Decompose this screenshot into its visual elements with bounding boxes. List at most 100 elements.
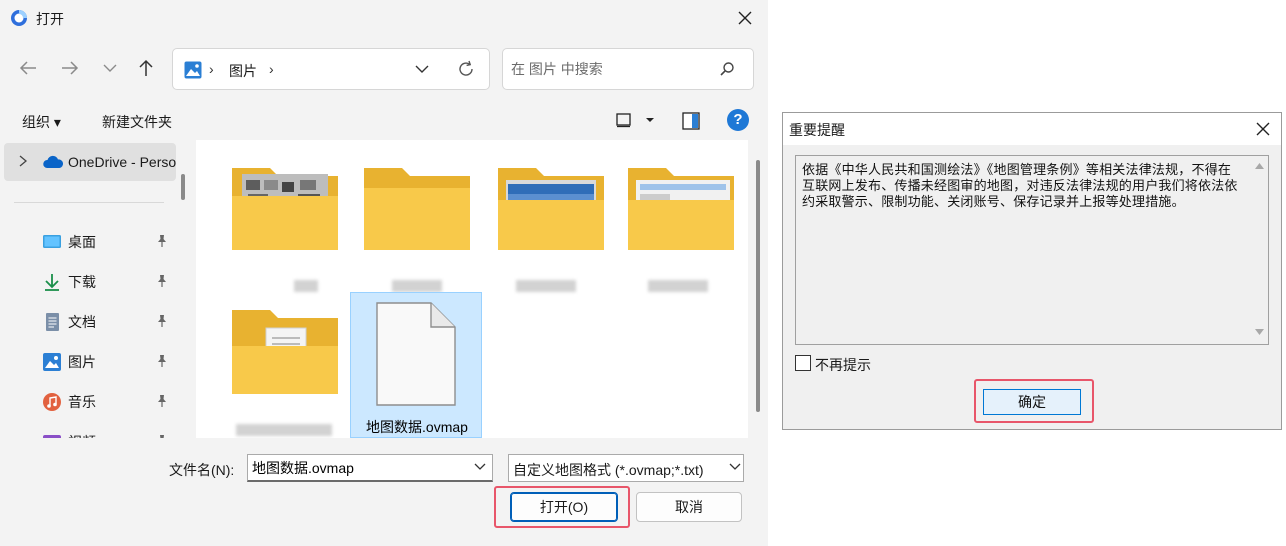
view-mode-icon[interactable] bbox=[616, 112, 632, 128]
scroll-down-icon[interactable] bbox=[1251, 324, 1268, 340]
file-item-folder[interactable] bbox=[352, 154, 484, 300]
nav-divider bbox=[14, 202, 164, 203]
scrollbar-thumb[interactable] bbox=[756, 160, 760, 412]
file-list: 地图数据.ovmap bbox=[196, 140, 748, 438]
command-bar: 组织 ▾ 新建文件夹 ? bbox=[0, 102, 768, 140]
desktop-icon bbox=[43, 235, 61, 248]
nav-item-label: OneDrive - Personal bbox=[68, 154, 176, 170]
search-input[interactable] bbox=[511, 59, 711, 79]
arrow-left-icon bbox=[19, 61, 36, 75]
alert-message-box: 依据《中华人民共和国测绘法》《地图管理条例》等相关法律法规，不得在互联网上发布、… bbox=[795, 155, 1269, 345]
folder-icon bbox=[232, 310, 338, 394]
document-icon bbox=[46, 313, 59, 331]
file-item-label: 地图数据.ovmap bbox=[366, 419, 468, 435]
alert-close-button[interactable] bbox=[1251, 118, 1275, 140]
nav-item-downloads[interactable]: 下载 bbox=[0, 262, 176, 300]
file-item-selected-ovmap[interactable]: 地图数据.ovmap bbox=[350, 292, 482, 438]
blurred-file-name bbox=[516, 280, 576, 292]
ok-button[interactable]: 确定 bbox=[983, 389, 1081, 415]
blurred-file-name bbox=[392, 280, 442, 292]
nav-item-pictures[interactable]: 图片 bbox=[0, 342, 176, 380]
search-icon[interactable] bbox=[719, 61, 735, 77]
dont-show-again-label[interactable]: 不再提示 bbox=[815, 355, 871, 375]
pin-icon bbox=[158, 315, 166, 327]
folder-icon bbox=[498, 168, 604, 250]
breadcrumb-pictures[interactable]: 图片 bbox=[229, 61, 257, 81]
folder-icon bbox=[232, 168, 338, 250]
back-button[interactable] bbox=[14, 54, 42, 82]
file-list-scrollbar[interactable] bbox=[748, 140, 768, 438]
nav-item-onedrive[interactable]: OneDrive - Personal bbox=[4, 143, 176, 181]
dialog-titlebar: 打开 bbox=[0, 0, 768, 36]
nav-item-music[interactable]: 音乐 bbox=[0, 382, 176, 420]
chevron-down-icon bbox=[103, 64, 117, 72]
alert-message-scrollbar[interactable] bbox=[1251, 156, 1268, 344]
close-dialog-button[interactable] bbox=[730, 4, 760, 32]
breadcrumb-separator: › bbox=[209, 61, 214, 77]
file-icon bbox=[376, 302, 456, 406]
new-folder-button[interactable]: 新建文件夹 bbox=[102, 112, 172, 132]
alert-titlebar: 重要提醒 bbox=[783, 113, 1281, 145]
pin-icon bbox=[158, 355, 166, 367]
nav-item-label: 文档 bbox=[68, 314, 96, 330]
close-icon bbox=[738, 11, 752, 25]
help-button[interactable]: ? bbox=[727, 109, 749, 131]
close-icon bbox=[1256, 122, 1270, 136]
pictures-icon bbox=[184, 61, 202, 79]
breadcrumb-separator[interactable]: › bbox=[269, 61, 274, 77]
preview-pane-icon[interactable] bbox=[682, 112, 700, 130]
blurred-file-name bbox=[294, 280, 318, 292]
chevron-right-icon[interactable] bbox=[18, 154, 28, 168]
folder-icon bbox=[628, 168, 734, 250]
scrollbar-thumb[interactable] bbox=[181, 174, 185, 200]
file-item-folder[interactable] bbox=[220, 294, 352, 438]
help-icon: ? bbox=[733, 111, 743, 128]
nav-pane-scrollbar[interactable] bbox=[176, 140, 190, 438]
alert-title: 重要提醒 bbox=[789, 122, 845, 138]
refresh-icon[interactable] bbox=[455, 58, 477, 80]
download-icon bbox=[45, 274, 59, 291]
blurred-file-name bbox=[648, 280, 708, 292]
file-type-select[interactable]: 自定义地图格式 (*.ovmap;*.txt) bbox=[508, 454, 744, 482]
dialog-title: 打开 bbox=[36, 11, 64, 27]
pin-icon bbox=[158, 395, 166, 407]
address-bar[interactable]: › 图片 › bbox=[172, 48, 490, 90]
file-item-folder[interactable] bbox=[618, 154, 748, 300]
scroll-up-icon[interactable] bbox=[1251, 158, 1268, 174]
forward-button[interactable] bbox=[56, 54, 84, 82]
nav-item-label: 音乐 bbox=[68, 394, 96, 410]
filename-combobox[interactable] bbox=[247, 454, 493, 482]
up-button[interactable] bbox=[132, 54, 160, 82]
cancel-button[interactable]: 取消 bbox=[636, 492, 742, 522]
blurred-file-name bbox=[236, 424, 332, 436]
chevron-down-icon[interactable] bbox=[474, 463, 486, 471]
search-box bbox=[502, 48, 754, 90]
screen: 打开 › 图片 › 在 图片 中搜索 组织 ▾ 新建文件夹 ? OneDrive… bbox=[0, 0, 1286, 546]
open-button[interactable]: 打开(O) bbox=[510, 492, 618, 522]
nav-item-desktop[interactable]: 桌面 bbox=[0, 222, 176, 260]
recent-locations-button[interactable] bbox=[96, 54, 124, 82]
folder-icon bbox=[364, 168, 470, 250]
nav-item-label: 图片 bbox=[68, 354, 96, 370]
music-icon bbox=[43, 393, 61, 411]
dont-show-again-checkbox[interactable] bbox=[795, 355, 811, 371]
important-reminder-dialog: 重要提醒 依据《中华人民共和国测绘法》《地图管理条例》等相关法律法规，不得在互联… bbox=[782, 112, 1282, 430]
organize-menu[interactable]: 组织 ▾ bbox=[22, 112, 61, 132]
view-dropdown-icon[interactable] bbox=[645, 117, 655, 123]
dialog-footer: 文件名(N): 自定义地图格式 (*.ovmap;*.txt) 打开(O) 取消 bbox=[0, 438, 768, 546]
file-item-folder[interactable] bbox=[220, 154, 352, 300]
pin-icon bbox=[158, 235, 166, 247]
chevron-down-icon[interactable] bbox=[415, 61, 429, 77]
navigation-pane: OneDrive - Personal 桌面 下载 文档 图片 bbox=[0, 140, 190, 438]
open-file-dialog: 打开 › 图片 › 在 图片 中搜索 组织 ▾ 新建文件夹 ? OneDrive… bbox=[0, 0, 768, 546]
filename-input[interactable] bbox=[252, 459, 462, 477]
arrow-right-icon bbox=[62, 61, 79, 75]
nav-item-videos[interactable]: 视频 bbox=[0, 422, 176, 438]
onedrive-cloud-icon bbox=[43, 155, 64, 168]
chevron-down-icon[interactable] bbox=[729, 463, 741, 471]
nav-item-documents[interactable]: 文档 bbox=[0, 302, 176, 340]
filename-label: 文件名(N): bbox=[169, 462, 235, 478]
file-type-value: 自定义地图格式 (*.ovmap;*.txt) bbox=[513, 462, 704, 478]
pictures-icon bbox=[43, 353, 61, 371]
file-item-folder[interactable] bbox=[486, 154, 618, 300]
